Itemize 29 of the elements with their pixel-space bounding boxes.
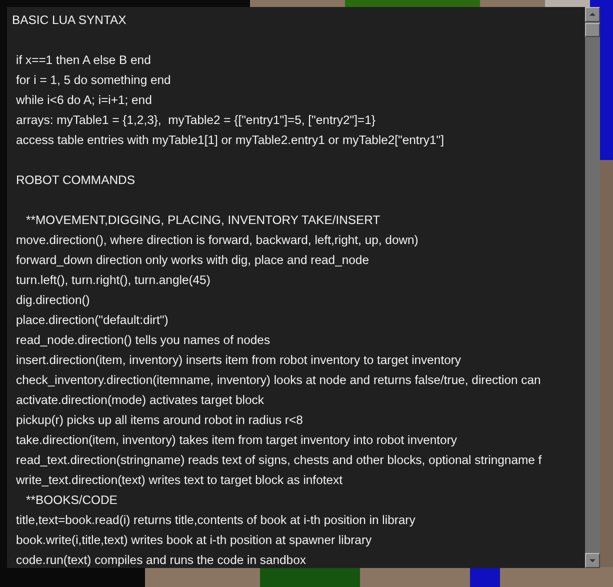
- code-line: read_text.direction(stringname) reads text of signs, chests and other blocks, optional stringname f: [16, 452, 542, 469]
- scroll-up-icon[interactable]: [585, 7, 600, 22]
- code-line: dig.direction(): [16, 292, 90, 309]
- scroll-down-icon[interactable]: [585, 553, 600, 568]
- code-line: forward_down direction only works with dig, place and read_node: [16, 252, 369, 269]
- code-line: if x==1 then A else B end: [16, 52, 151, 69]
- code-line: pickup(r) picks up all items around robot in radius r<8: [16, 412, 303, 429]
- code-line: take.direction(item, inventory) takes item from target inventory into robot inventory: [16, 432, 457, 449]
- code-line: check_inventory.direction(itemname, inventory) looks at node and returns false/true, direction can: [16, 372, 541, 389]
- subheading-text: **BOOKS/CODE: [26, 492, 118, 509]
- code-line: arrays: myTable1 = {1,2,3}, myTable2 = {["entry1"]=5, ["entry2"]=1}: [16, 112, 376, 129]
- code-line: access table entries with myTable1[1] or myTable2.entry1 or myTable2["entry1"]: [16, 132, 444, 149]
- code-line: code.run(text) compiles and runs the code in sandbox: [16, 552, 306, 568]
- code-line: activate.direction(mode) activates target block: [16, 392, 264, 409]
- section-heading: BASIC LUA SYNTAX: [12, 12, 126, 29]
- code-line: while i<6 do A; i=i+1; end: [16, 92, 152, 109]
- scrollbar-thumb[interactable]: [585, 23, 600, 37]
- code-line: book.write(i,title,text) writes book at i-th position at spawner library: [16, 532, 372, 549]
- code-line: insert.direction(item, inventory) inserts item from robot inventory to target inventory: [16, 352, 462, 369]
- scrollbar[interactable]: [585, 7, 600, 568]
- code-line: turn.left(), turn.right(), turn.angle(45): [16, 272, 210, 289]
- code-line: read_node.direction() tells you names of nodes: [16, 332, 270, 349]
- code-line: for i = 1, 5 do something end: [16, 72, 171, 89]
- code-line: place.direction("default:dirt"): [16, 312, 168, 329]
- code-line: move.direction(), where direction is forward, backward, left,right, up, down): [16, 232, 418, 249]
- code-line: write_text.direction(text) writes text to target block as infotext: [16, 472, 342, 489]
- subheading-text: **MOVEMENT,DIGGING, PLACING, INVENTORY TAKE/INSERT: [26, 212, 380, 229]
- section-heading: ROBOT COMMANDS: [16, 172, 135, 189]
- code-line: title,text=book.read(i) returns title,contents of book at i-th position in library: [16, 512, 416, 529]
